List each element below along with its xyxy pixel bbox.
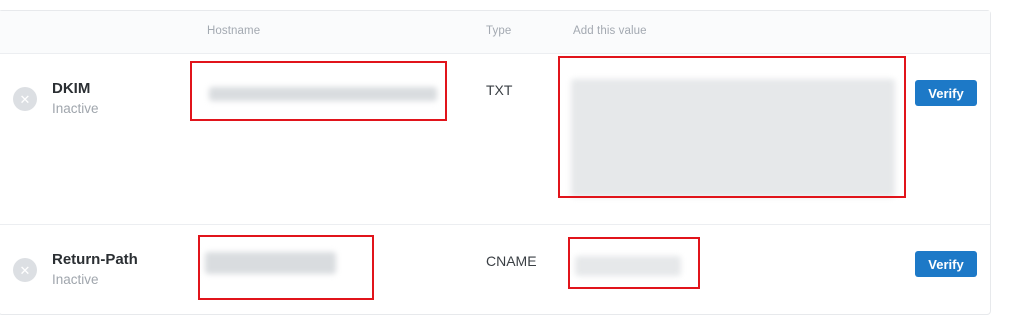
column-header-type: Type [486,25,512,37]
record-name-dkim: DKIM [52,80,91,97]
annotation-box-value-return-path [568,237,700,289]
record-type-dkim: TXT [486,82,513,98]
table-header: Hostname Type Add this value [0,11,990,54]
record-name-return-path: Return-Path [52,251,138,268]
annotation-box-value-dkim [558,56,906,198]
record-status-return-path: Inactive [52,272,99,287]
annotation-box-hostname-dkim [190,61,447,121]
verify-button-dkim[interactable]: Verify [915,80,977,106]
row-divider [0,224,990,225]
record-status-dkim: Inactive [52,101,99,116]
verify-button-return-path[interactable]: Verify [915,251,977,277]
dns-records-table: Hostname Type Add this value ✕ DKIM Inac… [0,10,991,315]
record-type-return-path: CNAME [486,253,537,269]
column-header-value: Add this value [573,25,647,37]
column-header-hostname: Hostname [207,25,261,37]
x-circle-icon: ✕ [13,87,37,111]
annotation-box-hostname-return-path [198,235,374,300]
x-circle-icon: ✕ [13,258,37,282]
